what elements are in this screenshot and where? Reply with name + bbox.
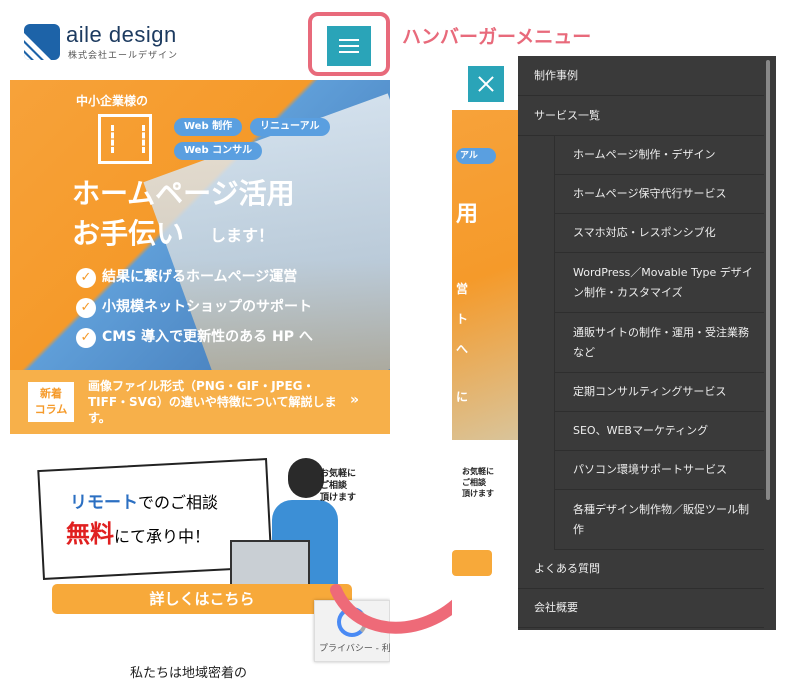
site-header: aile design 株式会社エールデザイン — [10, 0, 390, 80]
details-cta-button[interactable]: 詳しくはこちら — [52, 584, 352, 614]
news-column-banner[interactable]: 新着 コラム 画像ファイル形式（PNG・GIF・JPEG・TIFF・SVG）の違… — [10, 370, 390, 434]
hero-kicker: 中小企業様の — [76, 94, 149, 108]
hero-check-2: ✓ 小規模ネットショップのサポート — [76, 296, 312, 318]
pill-fragment: アル — [456, 148, 496, 164]
hamburger-menu-button[interactable] — [327, 26, 371, 66]
menu-item-label: 定期コンサルティングサービス — [573, 385, 727, 398]
hero-banner[interactable]: 中小企業様の Web 制作 リニューアル Web コンサル ホームページ活用 お… — [10, 80, 390, 370]
check-fragment-2: ト — [456, 312, 469, 326]
menu-item[interactable]: 会社概要 — [518, 589, 764, 628]
screenshot-stage: aile design 株式会社エールデザイン 中小企業様の Web 制作 リニ… — [0, 0, 800, 688]
menu-item-label: 通販サイトの制作・運用・受注業務など — [573, 325, 749, 359]
pill-web-consult: Web コンサル — [174, 142, 263, 160]
double-chevron-right-icon: » — [350, 392, 360, 408]
mobile-page-menu-open: アル 用 営 ト へ に お気軽に ご相談 頂けます 制作事例サービス一覧ホーム… — [452, 56, 776, 630]
remote-bubble: お気軽に ご相談 頂けます — [320, 469, 357, 503]
menu-item-label: ホームページ制作・デザイン — [573, 148, 716, 161]
close-icon[interactable] — [468, 66, 504, 102]
menu-subitem[interactable]: 各種デザイン制作物／販促ツール制作 — [554, 490, 764, 550]
remote-line1: リモートでのご相談 — [70, 493, 219, 513]
menu-subitem[interactable]: スマホ対応・レスポンシブ化 — [554, 214, 764, 253]
hero-title-line1: ホームページ活用 — [72, 177, 295, 210]
menu-item[interactable]: サービス一覧 — [518, 96, 764, 136]
menu-item-label: ホームページ保守代行サービス — [573, 187, 727, 200]
news-fragment: に — [456, 390, 469, 404]
hamburger-icon — [339, 39, 359, 41]
menu-scrollbar[interactable] — [766, 60, 770, 500]
title-fragment: 用 — [456, 202, 479, 227]
news-text: 画像ファイル形式（PNG・GIF・JPEG・TIFF・SVG）の違いや特徴につい… — [88, 379, 337, 425]
check-icon: ✓ — [76, 298, 96, 318]
menu-subitem[interactable]: ホームページ制作・デザイン — [554, 136, 764, 175]
section-lead-text: 私たちは地域密着の — [130, 666, 248, 681]
menu-subitem[interactable]: SEO、WEBマーケティング — [554, 412, 764, 451]
annotation-label: ハンバーガーメニュー — [402, 26, 592, 48]
menu-item-label: 会社概要 — [534, 601, 578, 614]
menu-subitem[interactable]: 定期コンサルティングサービス — [554, 373, 764, 412]
menu-item-label: サービス一覧 — [534, 108, 600, 122]
pill-renewal: リニューアル — [250, 118, 330, 136]
check-fragment-1: 営 — [456, 282, 469, 296]
news-tag: 新着 コラム — [28, 382, 74, 422]
logo-subtitle: 株式会社エールデザイン — [68, 51, 179, 61]
menu-subitem[interactable]: WordPress／Movable Type デザイン制作・カスタマイズ — [554, 253, 764, 313]
hero-check-3: ✓ CMS 導入で更新性のある HP へ — [76, 326, 313, 348]
drawer-menu: 制作事例サービス一覧ホームページ制作・デザイン ホームページ保守代行サービス スマホ… — [518, 56, 776, 630]
page-behind-menu: アル 用 営 ト へ に お気軽に ご相談 頂けます — [452, 56, 518, 630]
menu-item-label: パソコン環境サポートサービス — [573, 463, 727, 476]
hero-title-line2-small: します！ — [210, 226, 275, 245]
check-icon: ✓ — [76, 268, 96, 288]
menu-subitem[interactable]: 通販サイトの制作・運用・受注業務など — [554, 313, 764, 373]
menu-item-label: スマホ対応・レスポンシブ化 — [573, 226, 716, 239]
logo-name[interactable]: aile design — [66, 22, 177, 48]
check-fragment-3: へ — [456, 342, 469, 356]
laptop-icon — [230, 540, 310, 586]
hero-check-1: ✓ 結果に繋げるホームページ運営 — [76, 266, 297, 288]
menu-item[interactable]: よくある質問 — [518, 550, 764, 589]
menu-subitem[interactable]: ホームページ保守代行サービス — [554, 175, 764, 214]
pill-web-seisaku: Web 制作 — [174, 118, 243, 136]
menu-item-label: WordPress／Movable Type デザイン制作・カスタマイズ — [573, 265, 753, 299]
building-icon — [98, 114, 152, 164]
check-icon: ✓ — [76, 328, 96, 348]
menu-item-label: SEO、WEBマーケティング — [573, 424, 709, 437]
remote-line2: 無料にて承り中！ — [66, 520, 211, 548]
hero-title-line2: お手伝い — [72, 217, 185, 250]
menu-item-label: 制作事例 — [534, 68, 578, 82]
menu-item-label: よくある質問 — [534, 562, 600, 575]
menu-item[interactable]: 制作事例 — [518, 56, 764, 96]
bubble-fragment: お気軽に ご相談 頂けます — [462, 467, 494, 498]
cta-fragment — [452, 550, 492, 576]
logo-mark-icon[interactable] — [24, 24, 60, 60]
menu-subitem[interactable]: パソコン環境サポートサービス — [554, 451, 764, 490]
menu-item-label: 各種デザイン制作物／販促ツール制作 — [573, 502, 749, 536]
